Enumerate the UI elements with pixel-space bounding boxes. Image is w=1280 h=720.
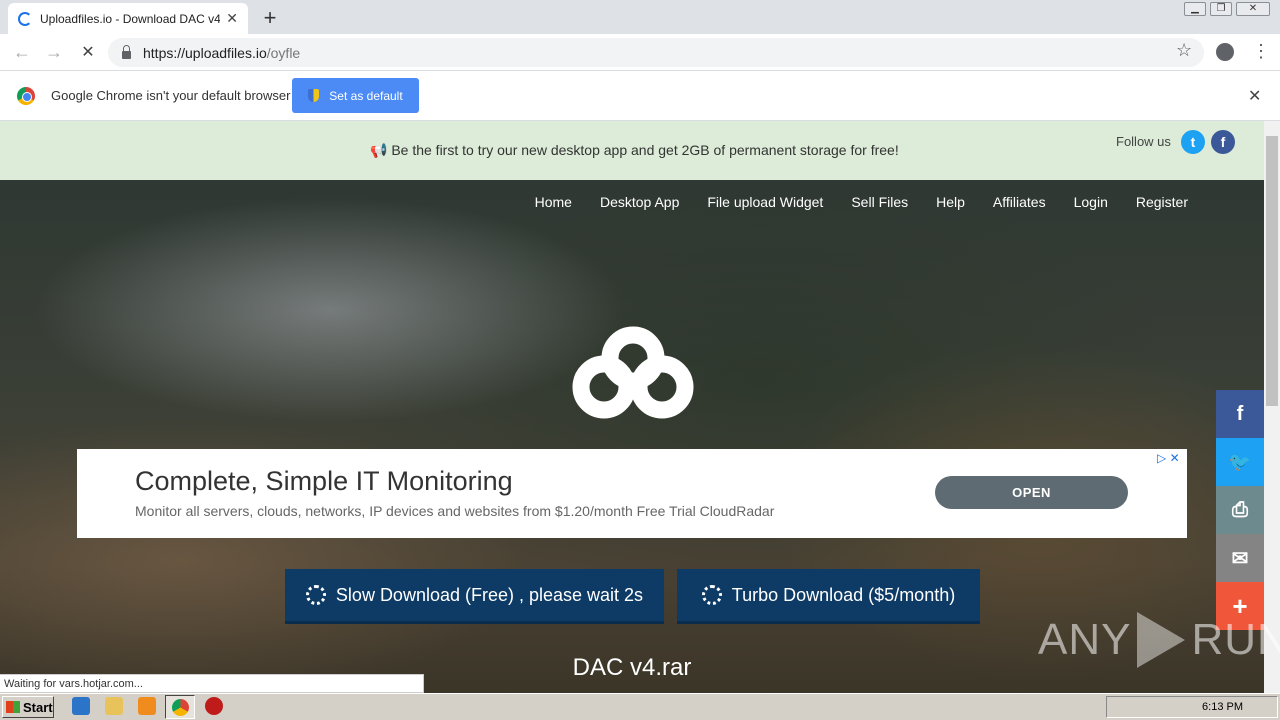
media-player-icon[interactable] — [138, 697, 156, 715]
facebook-icon[interactable]: f — [1211, 130, 1235, 154]
opera-icon[interactable] — [205, 697, 223, 715]
explorer-folder-icon[interactable] — [105, 697, 123, 715]
promo-banner: 📢 Be the first to try our new desktop ap… — [0, 121, 1264, 180]
windows-flag-icon — [6, 701, 20, 713]
uploadfiles-logo[interactable] — [570, 325, 696, 420]
adchoices-icon[interactable]: ▷ ✕ — [1157, 451, 1180, 465]
watermark-right: RUN — [1191, 615, 1280, 664]
turbo-download-label: Turbo Download ($5/month) — [731, 584, 956, 605]
profile-avatar-icon[interactable] — [1216, 43, 1234, 61]
nav-help[interactable]: Help — [936, 194, 965, 210]
url-path: /oyfle — [266, 44, 301, 61]
uac-shield-icon — [308, 89, 320, 102]
nav-home[interactable]: Home — [535, 194, 572, 210]
bookmark-star-icon[interactable]: ☆ — [1176, 40, 1192, 61]
ie-icon[interactable] — [72, 697, 90, 715]
ad-banner[interactable]: Complete, Simple IT Monitoring Monitor a… — [77, 449, 1187, 538]
ad-headline[interactable]: Complete, Simple IT Monitoring — [135, 466, 513, 497]
infobar-message: Google Chrome isn't your default browser — [51, 88, 291, 103]
stop-reload-button[interactable]: ✕ — [78, 42, 98, 62]
nav-register[interactable]: Register — [1136, 194, 1188, 210]
close-window-button[interactable]: ✕ — [1236, 2, 1270, 16]
ad-open-button[interactable]: OPEN — [935, 476, 1128, 509]
address-bar[interactable]: https://uploadfiles.io/oyfle — [108, 38, 1204, 67]
nav-affiliates[interactable]: Affiliates — [993, 194, 1046, 210]
clock[interactable]: 6:13 PM — [1202, 701, 1243, 713]
lock-icon — [122, 44, 131, 59]
twitter-icon[interactable]: t — [1181, 130, 1205, 154]
main-nav: Home Desktop App File upload Widget Sell… — [535, 194, 1188, 210]
follow-us-label: Follow us — [1116, 134, 1171, 149]
nav-file-upload-widget[interactable]: File upload Widget — [707, 194, 823, 210]
share-print-icon[interactable]: ⎙ — [1216, 486, 1264, 534]
nav-desktop-app[interactable]: Desktop App — [600, 194, 679, 210]
slow-download-button[interactable]: Slow Download (Free) , please wait 2s — [285, 569, 664, 624]
tab-close-icon[interactable]: ✕ — [226, 10, 238, 27]
back-button[interactable]: ← — [12, 42, 32, 63]
play-triangle-icon — [1137, 612, 1186, 668]
loading-ring-icon — [305, 585, 326, 605]
share-email-icon[interactable]: ✉ — [1216, 534, 1264, 582]
set-as-default-button[interactable]: Set as default — [292, 78, 419, 113]
loading-spinner-icon — [18, 11, 32, 26]
start-button[interactable]: Start — [2, 696, 54, 718]
tab-title: Uploadfiles.io - Download DAC v4.ra — [40, 11, 221, 26]
turbo-download-button[interactable]: Turbo Download ($5/month) — [677, 569, 980, 624]
system-tray: 6:13 PM — [1106, 696, 1278, 718]
chrome-menu-icon[interactable]: ⋮ — [1252, 41, 1270, 62]
new-tab-button[interactable]: + — [260, 5, 280, 31]
web-page: 📢 Be the first to try our new desktop ap… — [0, 121, 1264, 693]
chrome-taskbar-button[interactable] — [165, 695, 195, 719]
maximize-button[interactable]: ❐ — [1210, 2, 1232, 16]
default-browser-infobar: Google Chrome isn't your default browser… — [0, 71, 1280, 121]
ad-subtext: Monitor all servers, clouds, networks, I… — [135, 503, 775, 519]
minimize-button[interactable]: ▁ — [1184, 2, 1206, 16]
chrome-logo-icon — [17, 87, 35, 105]
nav-login[interactable]: Login — [1074, 194, 1108, 210]
loading-ring-icon — [701, 585, 722, 605]
anyrun-watermark: ANY RUN — [1038, 612, 1280, 668]
promo-text[interactable]: 📢 Be the first to try our new desktop ap… — [370, 142, 899, 159]
windows-taskbar: Start 6:13 PM — [0, 693, 1280, 720]
tab-strip: Uploadfiles.io - Download DAC v4.ra ✕ + … — [0, 0, 1280, 34]
slow-download-label: Slow Download (Free) , please wait 2s — [335, 584, 644, 605]
forward-button[interactable]: → — [44, 42, 64, 63]
status-bubble: Waiting for vars.hotjar.com... — [0, 674, 424, 693]
infobar-close-icon[interactable]: ✕ — [1248, 86, 1261, 106]
share-twitter-icon[interactable]: 🐦 — [1216, 438, 1264, 486]
start-label: Start — [23, 699, 53, 715]
scrollbar-thumb[interactable] — [1266, 136, 1278, 406]
nav-sell-files[interactable]: Sell Files — [851, 194, 908, 210]
browser-toolbar: ← → ✕ https://uploadfiles.io/oyfle ☆ ⋮ — [0, 34, 1280, 71]
watermark-left: ANY — [1038, 615, 1132, 664]
chrome-icon — [172, 699, 189, 716]
set-as-default-label: Set as default — [329, 88, 403, 103]
url-domain: https://uploadfiles.io — [143, 44, 267, 61]
share-facebook-icon[interactable]: f — [1216, 390, 1264, 438]
browser-tab[interactable]: Uploadfiles.io - Download DAC v4.ra ✕ — [8, 3, 248, 34]
